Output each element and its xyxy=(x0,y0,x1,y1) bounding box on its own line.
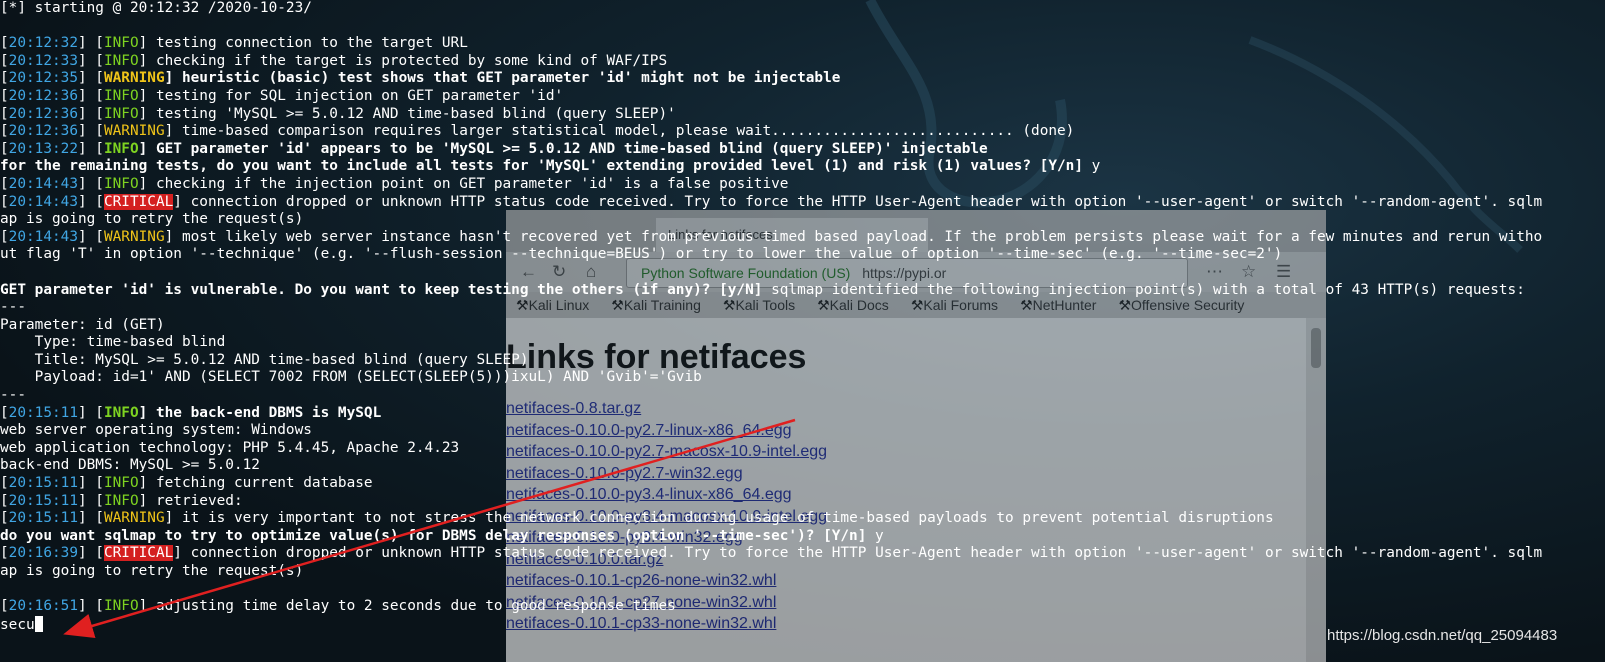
annotation-arrow xyxy=(63,418,796,638)
